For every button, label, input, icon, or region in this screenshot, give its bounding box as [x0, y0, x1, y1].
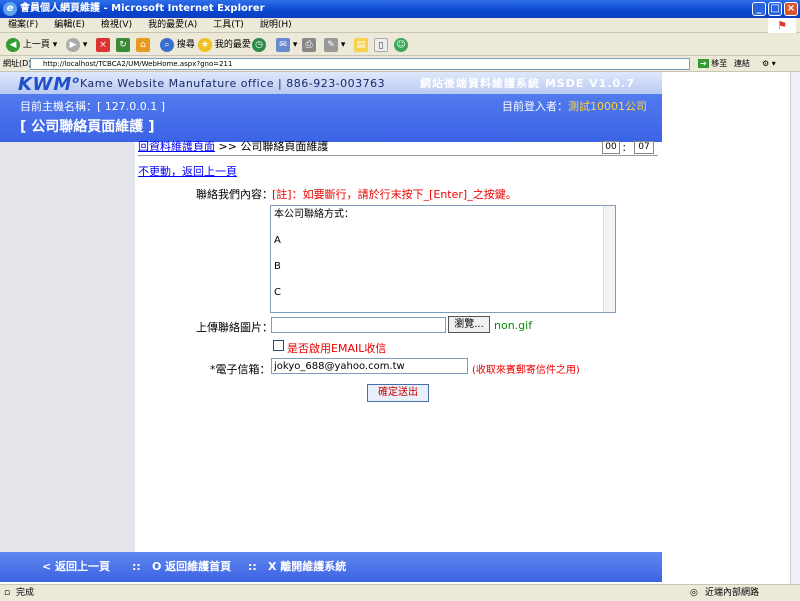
breadcrumb-current: 公司聯絡頁面維護	[240, 140, 329, 153]
email-enable-checkbox[interactable]	[273, 340, 284, 351]
vertical-scrollbar[interactable]	[790, 72, 800, 584]
page-done-icon: ▫	[4, 588, 11, 598]
email-input[interactable]	[271, 358, 468, 374]
close-window-button[interactable]: ×	[784, 2, 798, 16]
history-icon: ◷	[252, 37, 266, 52]
zone-text: 近端內部網路	[705, 588, 760, 598]
go-arrow-icon: ➔	[698, 59, 709, 68]
footer-back-link[interactable]: < 返回上一頁	[42, 552, 110, 582]
ie-links-icon[interactable]: ⚙ ▾	[762, 56, 776, 72]
maximize-button[interactable]: □	[768, 2, 782, 16]
right-blank-area	[662, 72, 790, 584]
window-title-bar: e 會員個人網頁維護 - Microsoft Internet Explorer…	[0, 0, 800, 18]
research-button[interactable]: ▯	[374, 37, 388, 53]
refresh-button[interactable]: ↻	[116, 37, 130, 53]
search-icon: ⌕	[160, 37, 174, 52]
links-button[interactable]: 連結	[734, 56, 750, 72]
email-label: *電子信箱：	[210, 363, 271, 376]
email-enable-label: 是否啟用EMAIL收信	[287, 342, 387, 355]
browse-button[interactable]: 瀏覽...	[448, 316, 490, 333]
document-icon: ▯	[374, 37, 388, 52]
history-button[interactable]: ◷	[252, 37, 266, 53]
menu-tools[interactable]: 工具(T)	[213, 20, 244, 30]
favorites-star-icon: ★	[198, 37, 212, 52]
footer-separator-2: ::	[248, 560, 257, 573]
menu-help[interactable]: 說明(H)	[260, 20, 292, 30]
content-label: 聯絡我們內容：	[196, 188, 273, 201]
image-file-input[interactable]	[271, 317, 446, 333]
counter-separator: ：	[622, 144, 632, 154]
back-button[interactable]: ◀ 上一頁 ▾	[6, 37, 57, 53]
forward-button[interactable]: ▶ ▾	[66, 37, 87, 53]
system-title: 網站後端資料維護系統 MSDE V1.0.7	[420, 77, 636, 90]
favorites-button[interactable]: ★ 我的最愛	[198, 37, 251, 53]
image-label: 上傳聯絡圖片：	[196, 321, 273, 334]
print-button[interactable]: ⎙	[302, 37, 316, 53]
image-filename: non.gif	[494, 319, 533, 332]
mail-button[interactable]: ✉ ▾	[276, 37, 297, 53]
breadcrumb-link-home[interactable]: 回資料維護頁面	[138, 140, 215, 153]
messenger-button[interactable]: ☺	[394, 37, 408, 53]
edit-button[interactable]: ✎ ▾	[324, 37, 345, 53]
toolbar: ◀ 上一頁 ▾ ▶ ▾ × ↻ ⌂ ⌕ 搜尋 ★ 我的最愛 ◷ ✉ ▾ ⎙ ✎ …	[0, 34, 800, 56]
login-user: 測試10001公司	[568, 100, 647, 113]
minimize-button[interactable]: _	[752, 2, 766, 16]
footer-nav: < 返回上一頁 :: O 返回維護首頁 :: X 離開維護系統	[0, 552, 662, 582]
back-arrow-icon: ◀	[6, 37, 20, 52]
home-icon: ⌂	[136, 37, 150, 52]
status-text: 完成	[16, 588, 35, 598]
company-info: Kame Website Manufature office | 886-923…	[80, 77, 386, 90]
menu-edit[interactable]: 編輯(E)	[54, 20, 85, 30]
textarea-scrollbar[interactable]	[603, 206, 615, 312]
footer-home-link[interactable]: O 返回維護首頁	[152, 552, 231, 582]
submit-button[interactable]: 確定送出	[367, 384, 429, 402]
email-hint: (收取來賓郵寄信件之用)	[472, 365, 580, 376]
windows-logo-icon: ⚑	[768, 18, 796, 33]
contact-content-textarea[interactable]	[270, 205, 616, 313]
go-button[interactable]: ➔ 移至	[698, 56, 727, 72]
footer-exit-link[interactable]: X 離開維護系統	[268, 552, 346, 582]
window-title: 會員個人網頁維護 - Microsoft Internet Explorer	[20, 3, 265, 14]
notes-button[interactable]: ▤	[354, 37, 368, 53]
stop-button[interactable]: ×	[96, 37, 110, 53]
edit-icon: ✎	[324, 37, 338, 52]
counter-box-b: 07	[634, 141, 654, 154]
stop-icon: ×	[96, 37, 110, 52]
status-bar: ▫ 完成 ◎ 近端內部網路	[0, 584, 800, 600]
note-icon: ▤	[354, 37, 368, 52]
breadcrumb: 回資料維護頁面 >> 公司聯絡頁面維護	[138, 140, 658, 156]
address-input[interactable]: http://localhost/TCBCA2/UM/WebHome.aspx?…	[30, 58, 690, 70]
menu-file[interactable]: 檔案(F)	[8, 20, 38, 30]
search-button[interactable]: ⌕ 搜尋	[160, 37, 195, 53]
footer-separator: ::	[132, 560, 141, 573]
back-no-change-link[interactable]: 不更動，返回上一頁	[138, 163, 237, 179]
address-label: 網址(D)	[3, 59, 32, 68]
login-info: 目前登入者：測試10001公司	[502, 100, 647, 113]
forward-arrow-icon: ▶	[66, 37, 80, 52]
intranet-icon: ◎	[690, 588, 698, 598]
print-icon: ⎙	[302, 37, 316, 52]
host-name: 目前主機名稱：[ 127.0.0.1 ]	[20, 100, 166, 113]
ie-icon: e	[3, 2, 17, 16]
main-area	[135, 142, 662, 552]
menu-view[interactable]: 檢視(V)	[101, 20, 132, 30]
refresh-icon: ↻	[116, 37, 130, 52]
page-title: [ 公司聯絡頁面維護 ]	[20, 119, 155, 135]
site-logo: KWMo	[18, 74, 81, 95]
counter-box-a: 00	[602, 141, 620, 154]
messenger-icon: ☺	[394, 37, 408, 52]
menu-bar: 檔案(F) 編輯(E) 檢視(V) 我的最愛(A) 工具(T) 說明(H)	[0, 18, 800, 33]
content-note: [註]：如要斷行，請於行末按下_[Enter]_之按鍵。	[272, 188, 517, 201]
menu-favorites[interactable]: 我的最愛(A)	[148, 20, 197, 30]
mail-icon: ✉	[276, 37, 290, 52]
left-sidebar	[0, 142, 135, 552]
home-button[interactable]: ⌂	[136, 37, 150, 53]
